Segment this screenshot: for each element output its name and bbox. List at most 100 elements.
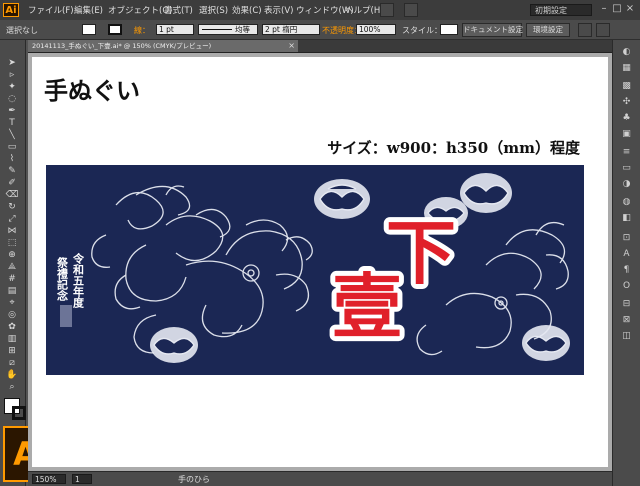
pen-tool-icon[interactable]: ✒ <box>5 106 19 116</box>
gradient-tool-icon[interactable]: ▤ <box>5 286 19 296</box>
document-tab[interactable]: 20141113_手ぬぐい_下壹.ai* @ 150% (CMYK/プレビュー)… <box>28 40 298 52</box>
swatches-panel-icon[interactable]: ▩ <box>620 80 633 92</box>
peony-top-center <box>314 179 370 219</box>
stroke-swatch[interactable] <box>108 24 122 35</box>
panel-menu-icon[interactable] <box>596 23 610 37</box>
artboard-title: 手ぬぐい <box>44 76 140 105</box>
brushes-panel-icon[interactable]: ✣ <box>620 96 633 108</box>
graphic-styles-icon[interactable]: ▣ <box>620 128 633 140</box>
mesh-tool-icon[interactable]: # <box>5 274 19 284</box>
opacity-field[interactable]: 100% <box>356 24 396 35</box>
paragraph-panel-icon[interactable]: ¶ <box>620 264 633 276</box>
gradient-panel-icon[interactable]: ▭ <box>620 162 633 174</box>
artboard[interactable]: 手ぬぐい サイズ：w900：h350（mm）程度 令和五年度 祭禮記念 下 下 … <box>32 57 608 467</box>
menu-edit[interactable]: 編集(E) <box>74 4 103 16</box>
menu-effect[interactable]: 効果(C) <box>232 4 262 16</box>
free-transform-tool-icon[interactable]: ⬚ <box>5 238 19 248</box>
current-tool-status: 手のひら <box>178 475 210 484</box>
document-canvas[interactable]: 手ぬぐい サイズ：w900：h350（mm）程度 令和五年度 祭禮記念 下 下 … <box>28 53 612 471</box>
close-icon[interactable]: × <box>624 3 636 15</box>
color-panel-icon[interactable]: ◐ <box>620 46 633 58</box>
menu-select[interactable]: 選択(S) <box>199 4 228 16</box>
rotate-tool-icon[interactable]: ↻ <box>5 202 19 212</box>
eraser-tool-icon[interactable]: ⌫ <box>5 190 19 200</box>
artboard-number-field[interactable]: 1 <box>72 474 92 484</box>
profile-label: 均等 <box>235 25 250 34</box>
pathfinder-panel-icon[interactable]: ◫ <box>620 330 633 342</box>
symbol-sprayer-tool-icon[interactable]: ✿ <box>5 322 19 332</box>
align-panel-icon[interactable]: ⊟ <box>620 298 633 310</box>
rectangle-tool-icon[interactable]: ▭ <box>5 142 19 152</box>
selection-status: 選択なし <box>6 26 38 35</box>
perspective-grid-tool-icon[interactable]: ⟁ <box>5 262 19 272</box>
tenugui-design[interactable]: 令和五年度 祭禮記念 下 下 壹 壹 <box>46 165 584 375</box>
app-logo-icon: Ai <box>3 3 19 17</box>
maximize-icon[interactable]: □ <box>611 3 623 15</box>
magic-wand-tool-icon[interactable]: ✦ <box>5 82 19 92</box>
paintbrush-tool-icon[interactable]: ⌇ <box>5 154 19 164</box>
char-ichi: 壹 <box>332 265 402 348</box>
column-graph-tool-icon[interactable]: ▥ <box>5 334 19 344</box>
profile-line-icon <box>202 29 232 30</box>
graphic-style-swatch[interactable] <box>440 24 458 35</box>
appearance-panel-icon[interactable]: ◍ <box>620 196 633 208</box>
selection-tool-icon[interactable]: ➤ <box>5 58 19 68</box>
transparency-panel-icon[interactable]: ◑ <box>620 178 633 190</box>
variable-width-profile[interactable]: 均等 <box>198 24 258 35</box>
stroke-label[interactable]: 線： <box>134 25 150 36</box>
menu-object[interactable]: オブジェクト(O) <box>108 4 172 16</box>
style-label: スタイル： <box>402 26 442 35</box>
fill-swatch[interactable] <box>82 24 96 35</box>
navigator-panel-icon[interactable]: ⊡ <box>620 232 633 244</box>
zoom-tool-icon[interactable]: ⌕ <box>5 382 19 392</box>
document-tab-title: 20141113_手ぬぐい_下壹.ai* @ 150% (CMYK/プレビュー) <box>32 42 212 50</box>
workspace-switcher[interactable]: 初期設定 <box>530 4 592 16</box>
vertical-text-event: 令和五年度 <box>72 252 86 309</box>
peony-bottom-right <box>522 325 570 361</box>
document-settings-button[interactable]: ドキュメント設定 <box>462 23 523 37</box>
menu-help[interactable]: ヘルプ(H) <box>345 4 384 16</box>
direct-selection-tool-icon[interactable]: ▹ <box>5 70 19 80</box>
layers-panel-icon[interactable]: ◧ <box>620 212 633 224</box>
shape-builder-tool-icon[interactable]: ⊕ <box>5 250 19 260</box>
lasso-tool-icon[interactable]: ◌ <box>5 94 19 104</box>
artboard-tool-icon[interactable]: ⊞ <box>5 346 19 356</box>
panel-dock: ◐ ▦ ▩ ✣ ♣ ▣ ≡ ▭ ◑ ◍ ◧ ⊡ A ¶ O ⊟ ⊠ ◫ <box>612 40 640 486</box>
peony-top-right <box>460 173 512 213</box>
stroke-panel-icon[interactable]: ≡ <box>620 146 633 158</box>
menu-type[interactable]: 書式(T) <box>164 4 193 16</box>
scale-tool-icon[interactable]: ⤢ <box>5 214 19 224</box>
minimize-icon[interactable]: – <box>598 3 610 15</box>
blend-tool-icon[interactable]: ◎ <box>5 310 19 320</box>
zoom-field[interactable]: 150% <box>32 474 66 484</box>
tab-close-icon[interactable]: × <box>288 40 295 52</box>
eyedropper-tool-icon[interactable]: ⌖ <box>5 298 19 308</box>
color-guide-icon[interactable]: ▦ <box>620 62 633 74</box>
opentype-panel-icon[interactable]: O <box>620 280 633 292</box>
type-tool-icon[interactable]: T <box>5 118 19 128</box>
stroke-weight-field[interactable]: 1 pt <box>156 24 194 35</box>
stroke-color-icon[interactable] <box>12 406 26 420</box>
line-tool-icon[interactable]: ╲ <box>5 130 19 140</box>
peony-bottom-left <box>150 327 198 363</box>
character-panel-icon[interactable]: A <box>620 248 633 260</box>
blob-brush-tool-icon[interactable]: ✐ <box>5 178 19 188</box>
brush-definition[interactable]: 2 pt 楕円 <box>262 24 320 35</box>
symbols-panel-icon[interactable]: ♣ <box>620 112 633 124</box>
transform-panel-icon[interactable]: ⊠ <box>620 314 633 326</box>
arrange-documents-icon[interactable] <box>404 3 418 17</box>
vertical-text-festival: 祭禮記念 <box>56 256 70 301</box>
tools-panel: ➤ ▹ ✦ ◌ ✒ T ╲ ▭ ⌇ ✎ ✐ ⌫ ↻ ⤢ ⋈ ⬚ ⊕ ⟁ # ▤ … <box>0 40 26 486</box>
menu-view[interactable]: 表示(V) <box>264 4 293 16</box>
preferences-button[interactable]: 環境設定 <box>526 23 570 37</box>
slice-tool-icon[interactable]: ⧄ <box>5 358 19 368</box>
pencil-tool-icon[interactable]: ✎ <box>5 166 19 176</box>
document-tab-bar: 20141113_手ぬぐい_下壹.ai* @ 150% (CMYK/プレビュー)… <box>28 40 612 53</box>
menu-bar: Ai ファイル(F) 編集(E) オブジェクト(O) 書式(T) 選択(S) 効… <box>0 0 640 20</box>
menu-file[interactable]: ファイル(F) <box>28 4 74 16</box>
hand-tool-icon[interactable]: ✋ <box>5 370 19 380</box>
blurred-name-block <box>60 305 72 327</box>
bridge-icon[interactable] <box>380 3 394 17</box>
width-tool-icon[interactable]: ⋈ <box>5 226 19 236</box>
align-icon[interactable] <box>578 23 592 37</box>
